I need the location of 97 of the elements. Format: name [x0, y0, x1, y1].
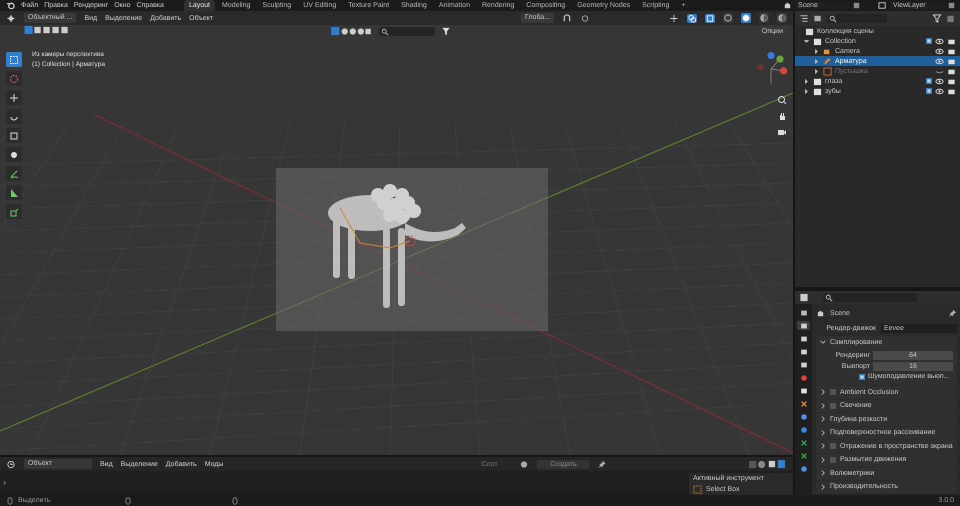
disclosure-caret-icon[interactable] [820, 443, 826, 450]
xray-toggle-icon[interactable] [705, 14, 715, 22]
search-field[interactable] [823, 293, 917, 302]
transform-icon [9, 150, 19, 160]
sphere-icon [742, 14, 750, 22]
square-icon [800, 360, 808, 368]
filter-icons[interactable] [329, 27, 373, 36]
hand-icon[interactable] [777, 111, 787, 121]
proportional-edit-icon[interactable] [580, 14, 590, 22]
editor-type-icon[interactable] [6, 14, 16, 22]
shading-mode-button[interactable] [741, 13, 751, 23]
enable-checkbox[interactable] [830, 456, 836, 463]
cross-icon [800, 452, 808, 460]
tool-button[interactable] [6, 166, 22, 181]
disclosure-caret-icon[interactable] [813, 58, 820, 64]
enable-checkbox[interactable] [830, 443, 836, 450]
mouse-icon [124, 496, 132, 504]
disclosure-caret-icon[interactable] [820, 402, 826, 409]
tool-button[interactable] [6, 90, 22, 105]
exclude-checkbox[interactable] [926, 78, 932, 84]
circle-icon [800, 426, 808, 434]
cursor-icon [9, 74, 19, 84]
editor-type-icon[interactable] [799, 293, 809, 302]
object-icon [823, 56, 832, 66]
blender-logo-icon[interactable] [6, 1, 15, 10]
scale-icon [9, 130, 19, 140]
search-icon [825, 294, 833, 302]
tool-button[interactable] [6, 109, 22, 124]
pin-icon[interactable] [948, 308, 957, 318]
square-icon [800, 308, 808, 316]
view-icons[interactable] [747, 460, 787, 468]
search-field[interactable] [379, 27, 435, 36]
search-icon [829, 14, 837, 22]
mouse-icon [6, 496, 14, 504]
exclude-checkbox[interactable] [926, 88, 932, 94]
zoom-icon[interactable] [777, 95, 787, 105]
snap-icon[interactable] [562, 14, 572, 22]
shading-mode-button[interactable] [777, 13, 787, 23]
square-icon [800, 322, 808, 330]
select-box-icon [9, 54, 19, 64]
circle-icon [800, 374, 808, 382]
square-icon [800, 334, 808, 342]
eye-icon[interactable] [935, 46, 944, 56]
checkbox[interactable] [859, 374, 865, 380]
enable-checkbox[interactable] [830, 389, 836, 396]
disclosure-caret-icon[interactable] [820, 389, 826, 396]
search-icon [381, 28, 389, 36]
sphere-icon [760, 14, 768, 22]
square-icon [800, 348, 808, 356]
disclosure-caret-icon[interactable] [803, 38, 810, 44]
exclude-checkbox[interactable] [926, 38, 932, 44]
disclosure-caret-icon[interactable] [803, 88, 810, 94]
overlay-toggle-icon[interactable] [687, 14, 697, 22]
camera-icon[interactable] [777, 127, 787, 137]
cross-icon [800, 438, 808, 446]
display-mode-icon[interactable] [799, 14, 809, 23]
eye-icon[interactable] [935, 86, 944, 96]
add-cube-icon [9, 206, 19, 216]
tool-button[interactable] [6, 128, 22, 143]
eye-icon[interactable] [935, 36, 944, 46]
tool-button[interactable] [6, 185, 22, 200]
shading-mode-button[interactable] [759, 13, 769, 23]
tool-button[interactable] [6, 204, 22, 219]
properties-tab[interactable] [797, 321, 810, 330]
scene-icon [816, 308, 825, 318]
eye-icon[interactable] [935, 76, 944, 86]
disclosure-caret-icon[interactable] [803, 78, 810, 84]
disclosure-caret-icon[interactable] [820, 430, 826, 436]
search-field[interactable] [827, 14, 887, 23]
cross-icon [800, 400, 808, 408]
disclosure-caret-icon[interactable] [820, 484, 826, 490]
clock-icon[interactable] [6, 460, 16, 468]
expand-icon[interactable] [2, 479, 8, 487]
pin-icon[interactable] [597, 460, 608, 468]
disclosure-caret-icon[interactable] [820, 470, 826, 476]
disclosure-caret-icon[interactable] [820, 416, 826, 422]
eye-icon[interactable] [935, 56, 944, 66]
object-icon [823, 66, 832, 76]
shading-mode-button[interactable] [723, 13, 733, 23]
gizmo-toggle-icon[interactable] [669, 14, 679, 22]
circle-icon [800, 412, 808, 420]
view-layer-icon[interactable] [878, 1, 887, 10]
move-icon [9, 92, 19, 102]
pencil-icon [9, 168, 19, 178]
sphere-icon [778, 14, 786, 22]
square-icon [800, 386, 808, 394]
enable-checkbox[interactable] [830, 402, 836, 409]
tool-button[interactable] [6, 147, 22, 162]
tool-button[interactable] [6, 52, 22, 67]
disclosure-caret-icon[interactable] [820, 339, 826, 346]
sphere-icon [724, 14, 732, 22]
circle-icon [800, 464, 808, 472]
object-icon [823, 46, 832, 56]
ruler-icon [9, 188, 19, 198]
select-box-icon[interactable] [693, 485, 702, 494]
mouse-icon [231, 496, 240, 504]
disclosure-caret-icon[interactable] [820, 456, 826, 463]
